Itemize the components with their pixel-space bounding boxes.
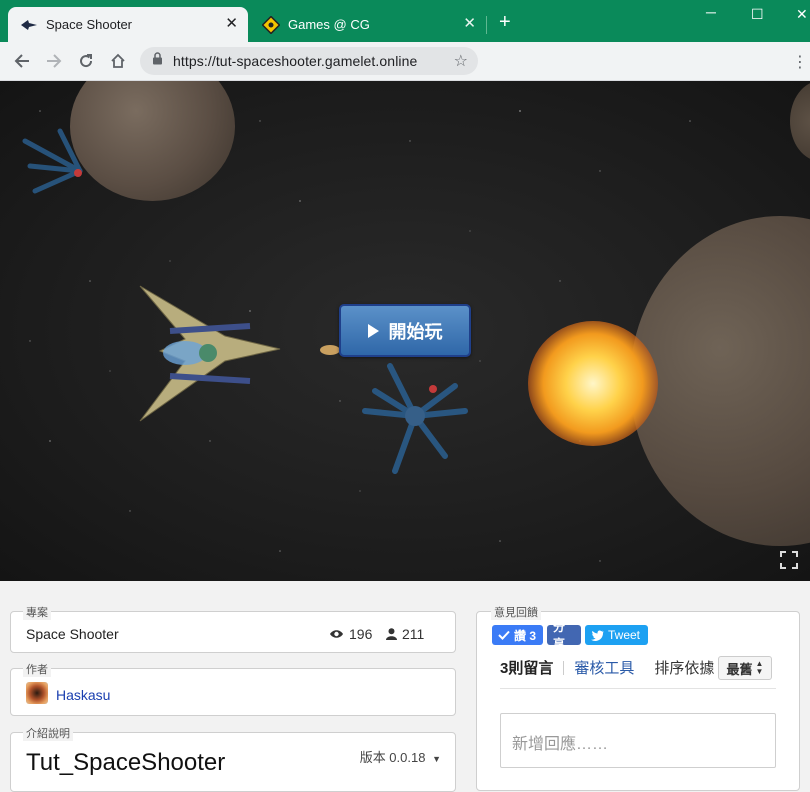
tab-divider [563,660,565,675]
twitter-bird-icon [591,630,604,641]
window-close-icon[interactable]: ✕ [796,6,808,23]
fullscreen-icon[interactable] [780,551,798,569]
forward-arrow-icon[interactable] [43,50,65,72]
spaceship-icon [20,16,38,34]
project-name: Space Shooter [26,626,119,642]
enemy-ship [362,363,468,474]
comment-tabs: 3則留言 審核工具 排序依據 [500,657,714,678]
tab-title: Space Shooter [46,17,133,32]
lock-icon [152,52,163,70]
tab-games-cg[interactable]: Games @ CG ✕ [250,7,486,42]
gamelet-logo-icon [262,15,280,34]
home-icon[interactable] [107,50,129,72]
description-legend: 介紹說明 [23,725,73,741]
author-panel: Haskasu [10,668,456,716]
sort-caret-icon: ▲ ▼ [755,659,764,676]
tab-moderation[interactable]: 審核工具 [574,657,634,678]
play-button[interactable]: 開始玩 [339,304,471,357]
author-legend: 作者 [23,661,51,677]
reload-icon[interactable] [75,50,97,72]
minimize-icon[interactable]: ─ [706,4,716,20]
address-bar[interactable]: https://tut-spaceshooter.gamelet.online … [140,47,478,75]
reply-input[interactable]: 新增回應…… [500,713,776,768]
comments-divider [500,688,776,689]
close-tab-icon[interactable]: ✕ [225,16,238,31]
browser-toolbar: https://tut-spaceshooter.gamelet.online … [0,42,810,81]
player-count: 211 [386,626,424,642]
url-text: https://tut-spaceshooter.gamelet.online [173,53,418,69]
game-canvas[interactable]: 開始玩 [0,81,810,581]
eye-icon [330,630,343,638]
tab-space-shooter[interactable]: Space Shooter ✕ [8,7,248,42]
tab-separator [486,16,487,34]
bookmark-star-icon[interactable]: ☆ [454,51,468,71]
project-panel: Space Shooter 196 211 [10,611,456,653]
description-title: Tut_SpaceShooter [26,749,226,776]
check-icon [498,630,510,640]
user-icon [386,628,397,640]
version-dropdown[interactable]: 版本 0.0.18 ▼ [360,747,441,766]
feedback-legend: 意見回饋 [491,604,541,620]
author-link[interactable]: Haskasu [56,687,110,703]
sort-select[interactable]: 最舊 ▲ ▼ [718,656,772,680]
enemy-ship [22,128,83,194]
close-tab-icon[interactable]: ✕ [463,16,476,31]
share-button[interactable]: 分享 [547,620,581,651]
maximize-icon[interactable]: ☐ [751,6,764,23]
tweet-button[interactable]: Tweet [585,625,648,645]
menu-kebab-icon[interactable]: ⋮ [792,52,808,72]
tab-title: Games @ CG [288,17,370,32]
back-arrow-icon[interactable] [11,50,33,72]
new-tab-icon[interactable]: + [499,12,511,32]
explosion [528,321,658,446]
caret-down-icon: ▼ [432,754,441,764]
browser-tab-strip: Space Shooter ✕ Games @ CG ✕ + ─ ☐ ✕ [0,0,810,42]
sort-label: 排序依據 [654,660,715,677]
play-icon [367,323,379,338]
project-legend: 專案 [23,604,51,620]
description-panel: Tut_SpaceShooter 版本 0.0.18 ▼ [10,732,456,792]
view-count: 196 [329,626,372,642]
player-ship [139,285,281,422]
like-button[interactable]: 讚 3 [492,625,543,645]
tab-comments[interactable]: 3則留言 [500,657,553,678]
author-avatar[interactable] [26,682,48,704]
play-label: 開始玩 [388,321,443,342]
